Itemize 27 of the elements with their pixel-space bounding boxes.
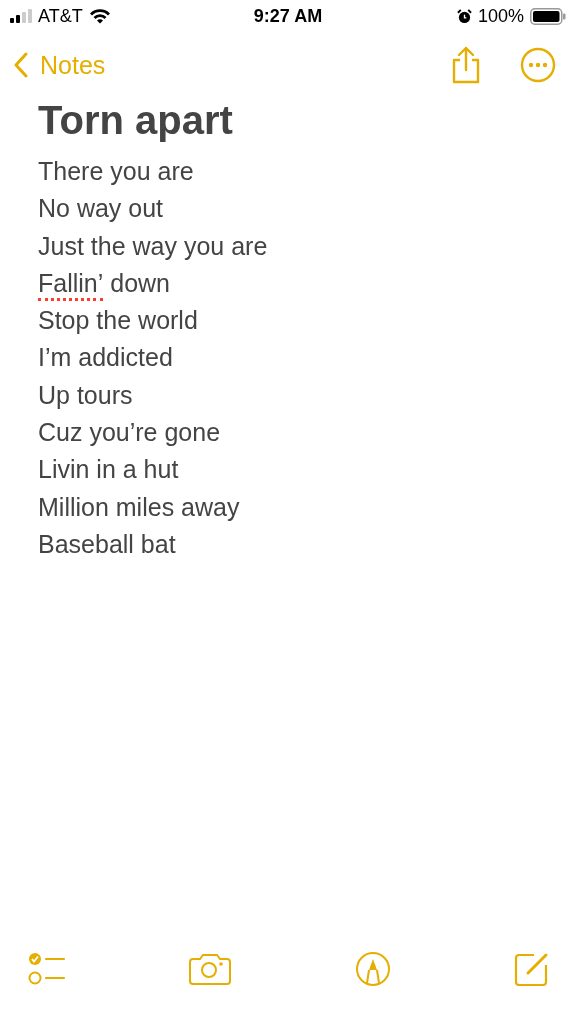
note-line: Million miles away (38, 491, 241, 523)
note-title: Torn apart (38, 98, 234, 143)
battery-icon (530, 7, 566, 25)
note-line: There you are (38, 156, 195, 187)
note-line: No way out (38, 193, 165, 225)
note-line: Up tours (38, 379, 134, 411)
battery-percent: 100% (477, 5, 524, 27)
checklist-icon[interactable] (28, 952, 66, 986)
camera-icon[interactable] (189, 953, 232, 985)
chevron-left-icon (14, 52, 28, 78)
compose-icon[interactable] (514, 951, 550, 987)
alarm-clock-icon (456, 8, 472, 24)
note-line: Just the way you are (38, 230, 269, 262)
signal-icon (10, 9, 32, 23)
pen-tip-icon[interactable] (354, 951, 391, 987)
carrier-name: AT&T (38, 5, 83, 27)
clock-time: 9:27 AM (253, 5, 323, 27)
more-icon[interactable] (520, 47, 556, 83)
note-line: Stop the world (38, 305, 199, 337)
note-line: Baseball bat (38, 528, 177, 560)
note-line: Cuz you’re gone (38, 417, 222, 449)
note-line: Fallin’ down (38, 264, 538, 303)
note-line: Livin in a hut (38, 454, 180, 486)
note-line: I’m addicted (38, 342, 174, 374)
share-icon[interactable] (450, 46, 482, 84)
back-button[interactable]: Notes (14, 50, 106, 80)
wifi-icon (88, 8, 111, 24)
